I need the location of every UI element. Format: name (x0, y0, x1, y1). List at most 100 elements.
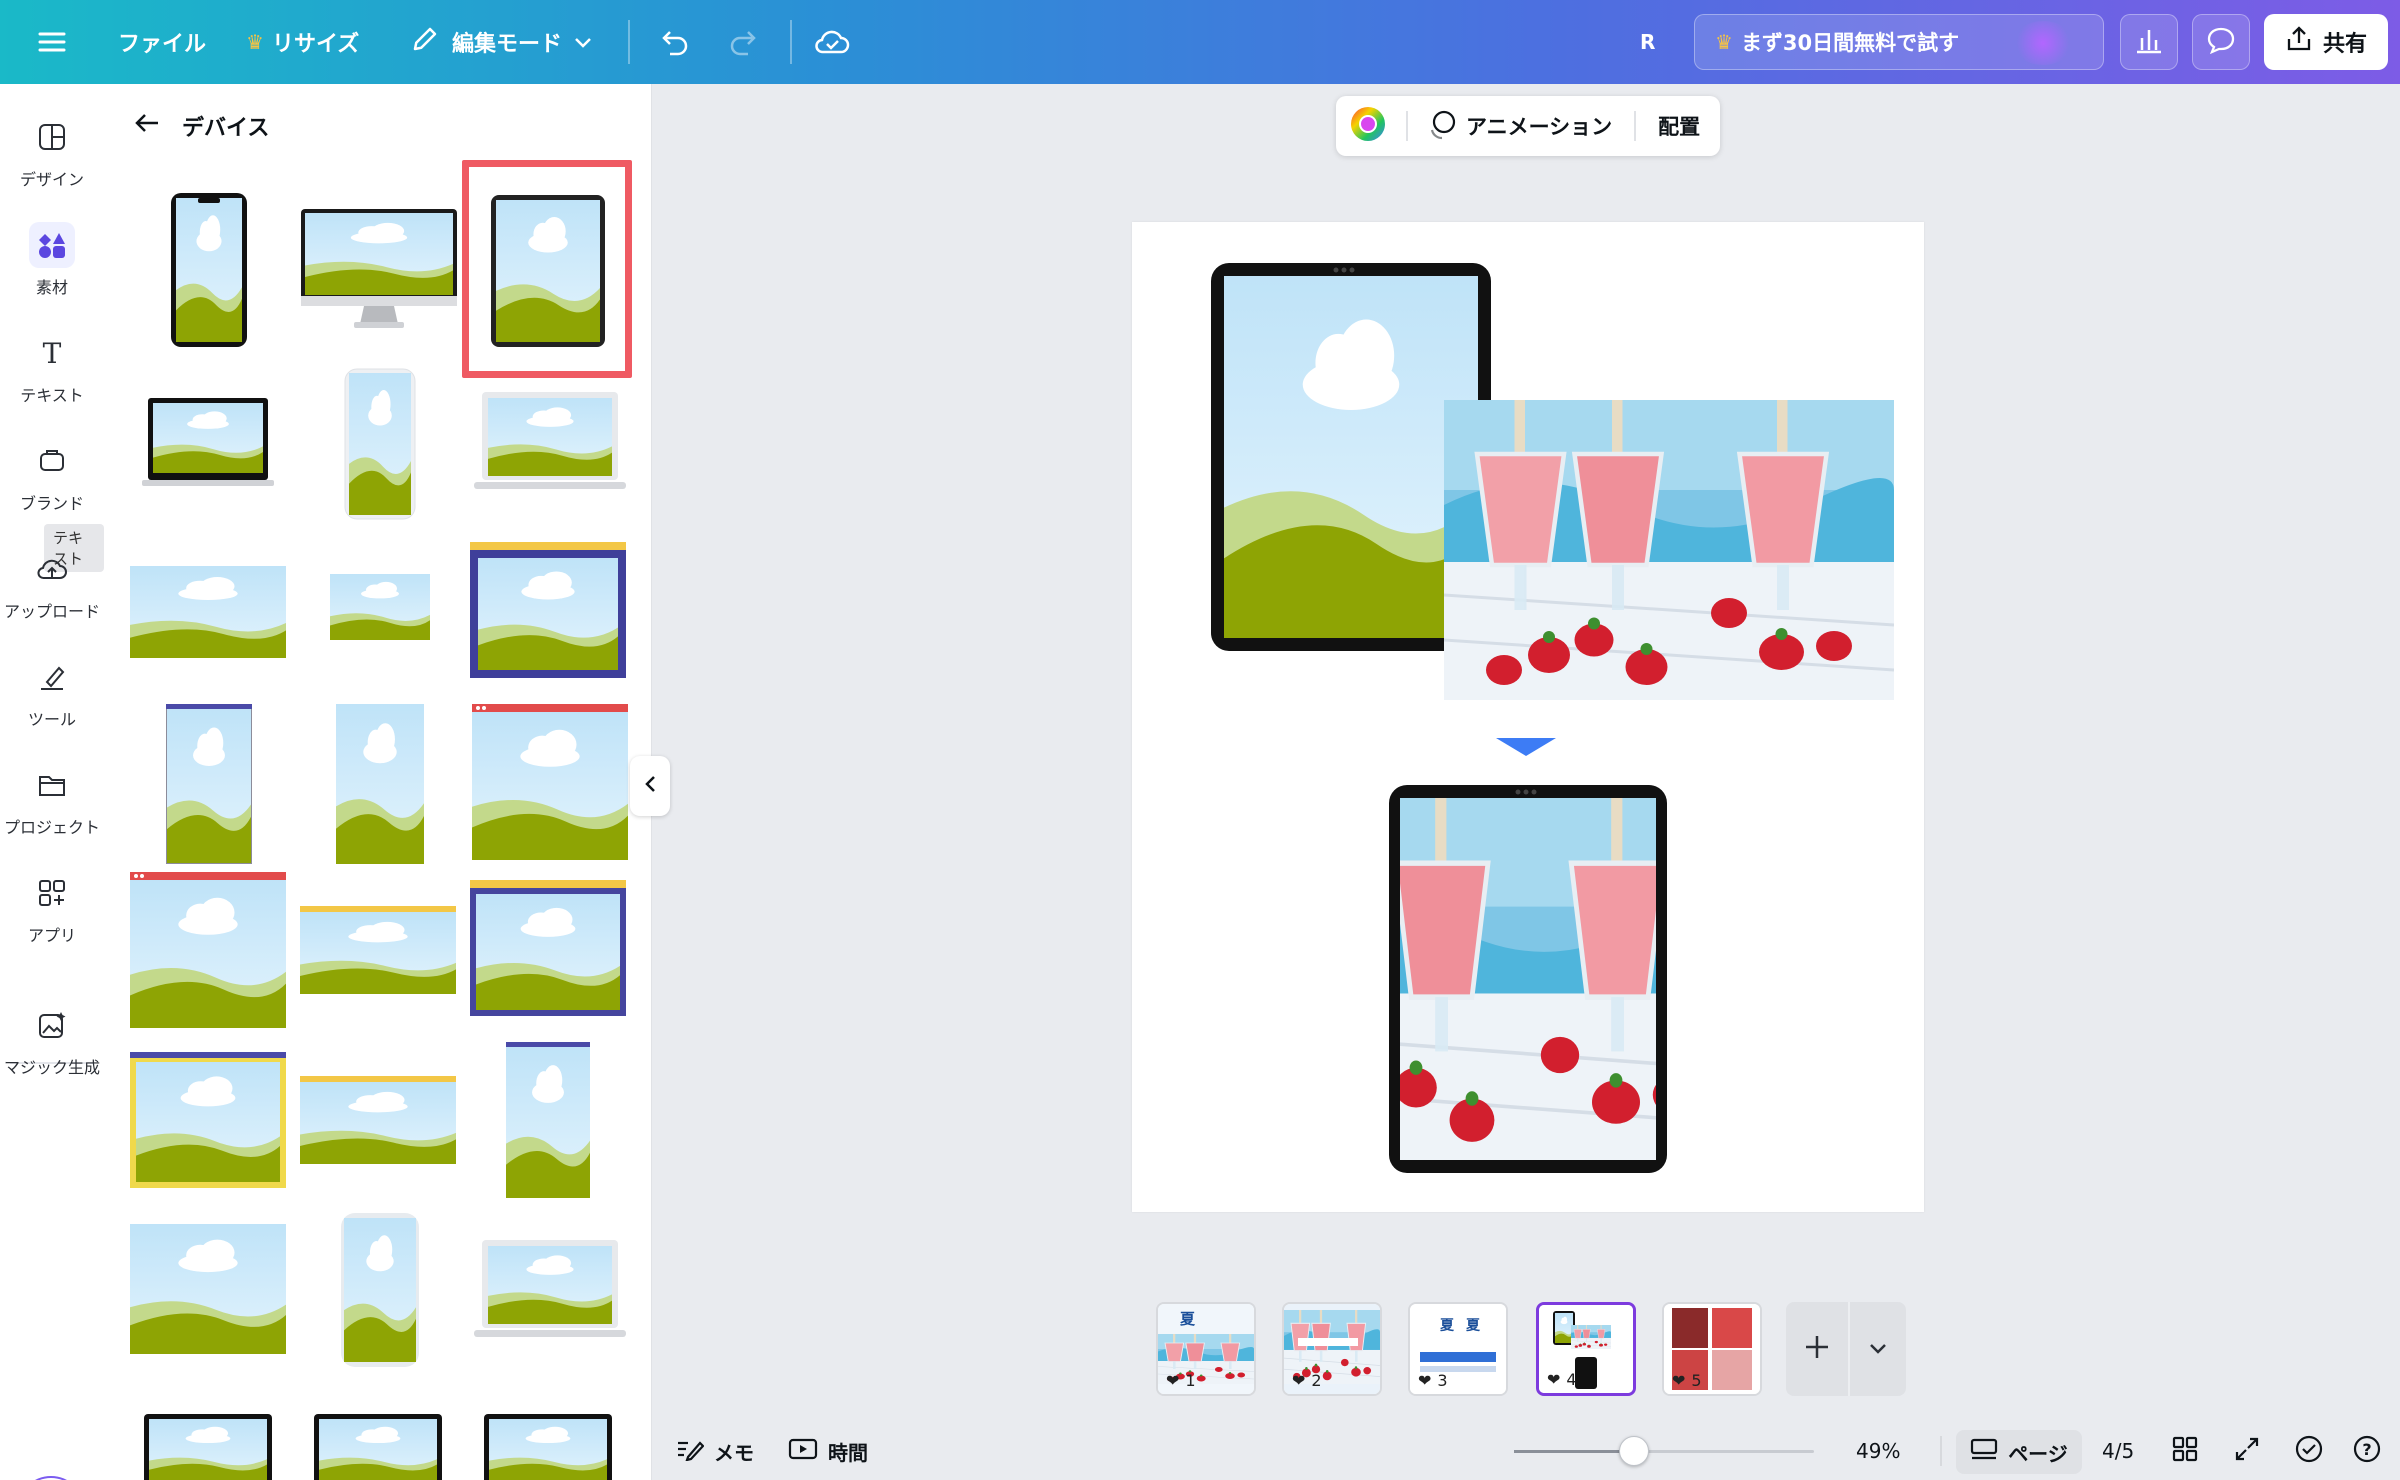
draw-tool-icon (29, 654, 75, 700)
save-status-button[interactable] (812, 0, 852, 84)
resize-menu[interactable]: ♛ リサイズ (246, 0, 359, 84)
collapse-panel-button[interactable] (630, 756, 670, 816)
redo-icon (724, 22, 764, 62)
device-frame-portrait-plain[interactable] (336, 704, 424, 864)
timer-button[interactable]: 時間 (788, 1422, 868, 1480)
apps-icon (29, 870, 75, 916)
add-page-button[interactable] (1786, 1334, 1848, 1364)
grid-view-button[interactable] (2172, 1422, 2198, 1480)
elements-icon (29, 222, 75, 268)
page-thumbnail-3[interactable]: 夏夏 ❤ 3 (1408, 1302, 1508, 1396)
status-separator (1940, 1436, 1942, 1466)
notes-label: メモ (714, 1440, 754, 1465)
device-frame-plain-landscape[interactable] (130, 1224, 286, 1354)
device-frame-portrait-purple-top[interactable] (166, 704, 252, 864)
rail-label: 素材 (35, 278, 68, 297)
zoom-value[interactable]: 49% (1856, 1422, 1900, 1480)
rail-label: ブランド (19, 494, 84, 513)
device-frame-browser-purple-grid[interactable] (470, 880, 626, 1016)
device-frame-laptop-dark-2[interactable] (314, 1414, 442, 1480)
device-frame-phone-light[interactable] (344, 368, 416, 520)
comments-button[interactable] (2192, 14, 2250, 70)
page-thumbnail-4[interactable]: ❤ 4 (1536, 1302, 1636, 1396)
device-frame-browser-purple[interactable] (470, 542, 626, 678)
device-frame-browser-yellow-small[interactable] (300, 1076, 456, 1164)
animation-icon (1426, 108, 1458, 145)
canvas-tablet-with-photo[interactable] (1388, 784, 1668, 1174)
device-frame-portrait-purple[interactable] (506, 1042, 590, 1198)
device-frame-desktop-monitor[interactable] (300, 208, 458, 332)
device-frame-laptop-silver-2[interactable] (474, 1238, 626, 1342)
page-counter[interactable]: 4/5 (2102, 1422, 2134, 1480)
share-label: 共有 (2322, 32, 2367, 57)
edit-mode-label: 編集モード (452, 32, 563, 57)
device-frame-laptop-dark-3[interactable] (484, 1414, 612, 1480)
upload-cloud-icon (29, 546, 75, 592)
share-button[interactable]: 共有 (2264, 14, 2388, 70)
toolbar-separator (1406, 111, 1408, 141)
device-frame-plain-small[interactable] (330, 574, 430, 640)
rail-item-magic-media[interactable]: マジック生成 (0, 1002, 104, 1078)
svg-text:?: ? (2362, 1440, 2371, 1459)
notes-button[interactable]: メモ (676, 1422, 754, 1480)
animation-button[interactable]: アニメーション (1426, 108, 1612, 145)
grid-icon (2172, 1436, 2198, 1467)
device-frame-phone-rounded[interactable] (340, 1212, 420, 1368)
menu-button[interactable] (32, 0, 72, 84)
color-picker-button[interactable] (1348, 104, 1388, 149)
free-trial-button[interactable]: ♛ まず30日間無料で試す (1694, 14, 2104, 70)
heart-badge-icon: ❤ (1418, 1371, 1432, 1390)
elements-panel: デバイス (104, 84, 652, 1480)
rail-item-design[interactable]: デザイン (0, 114, 104, 190)
rail-item-text[interactable]: T テキスト (0, 330, 104, 406)
rail-label: プロジェクト (3, 818, 100, 837)
device-frame-browser-yellow-wide[interactable] (300, 906, 456, 994)
page-number: ❤ 5 (1672, 1371, 1702, 1390)
device-frame-laptop-dark[interactable] (144, 1414, 272, 1480)
device-frame-phone[interactable] (170, 192, 248, 348)
popsicle-photo[interactable] (1444, 400, 1894, 700)
svg-text:T: T (43, 338, 62, 368)
rail-item-uploads[interactable]: アップロード (0, 546, 104, 622)
device-frame-plain-wide[interactable] (130, 566, 286, 658)
device-frame-laptop[interactable] (142, 396, 274, 488)
zoom-slider[interactable] (1514, 1450, 1814, 1453)
zoom-slider-knob[interactable] (1619, 1436, 1649, 1466)
redo-button[interactable] (724, 0, 764, 84)
user-avatar[interactable]: R (1640, 0, 1655, 84)
page-options-button[interactable] (1850, 1340, 1906, 1359)
device-frame-browser-yellow[interactable] (130, 1052, 286, 1188)
insights-button[interactable] (2120, 14, 2178, 70)
rail-item-apps[interactable]: アプリ (0, 870, 104, 946)
page-number-label: 5 (1691, 1371, 1702, 1390)
down-arrow-shape[interactable] (1496, 736, 1556, 758)
page-thumbnail-5[interactable]: ❤ 5 (1662, 1302, 1762, 1396)
zoom-slider-fill (1514, 1450, 1634, 1453)
rail-item-brand[interactable]: ブランド (0, 438, 104, 514)
rail-item-projects[interactable]: プロジェクト (0, 762, 104, 838)
resize-menu-label: リサイズ (271, 32, 360, 57)
rail-item-elements[interactable]: 素材 (0, 222, 104, 298)
check-button[interactable] (2294, 1422, 2324, 1480)
page-thumbnail-2[interactable]: ❤ 2 (1282, 1302, 1382, 1396)
device-frame-laptop-silver[interactable] (474, 390, 626, 494)
help-button[interactable]: ? (2352, 1422, 2382, 1480)
design-page[interactable] (1132, 222, 1924, 1212)
add-page-group (1786, 1302, 1906, 1396)
device-frame-browser-red[interactable] (472, 704, 628, 860)
left-rail: デザイン 素材 T テキスト ブランド テキスト アップロード ツール プロジェ… (0, 84, 104, 1480)
page-thumbnail-1[interactable]: 夏 ❤ 1 (1156, 1302, 1256, 1396)
edit-mode-menu[interactable]: 編集モード (410, 0, 592, 84)
magic-assistant-button[interactable] (18, 1476, 84, 1480)
file-menu[interactable]: ファイル (118, 0, 206, 84)
rail-item-tools[interactable]: ツール (0, 654, 104, 730)
undo-button[interactable] (654, 0, 694, 84)
arrange-button[interactable]: 配置 (1658, 111, 1700, 141)
thumb-text-b: 夏 (1466, 1317, 1481, 1334)
back-arrow-icon[interactable] (134, 112, 160, 140)
device-frame-browser-red-large[interactable] (130, 872, 286, 1028)
fullscreen-button[interactable] (2234, 1422, 2260, 1480)
file-menu-label: ファイル (118, 32, 207, 57)
page-view-toggle[interactable]: ページ (1956, 1430, 2082, 1474)
context-toolbar: アニメーション 配置 (1336, 96, 1720, 156)
